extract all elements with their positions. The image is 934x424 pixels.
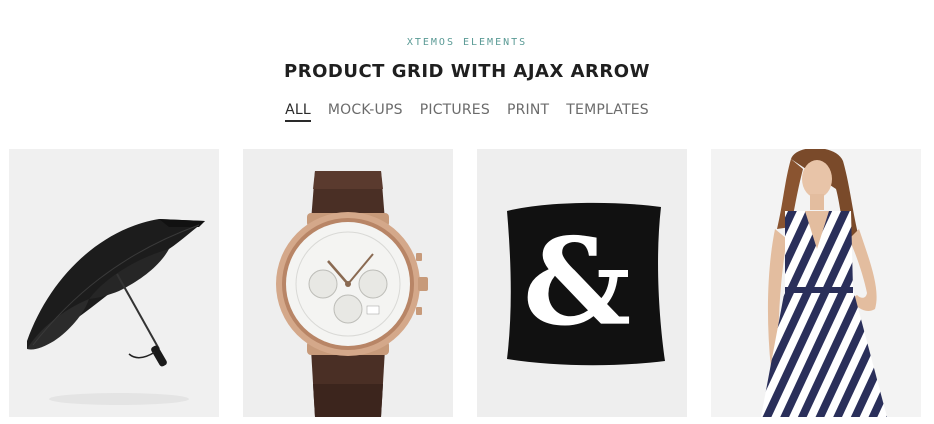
product-grid: & (9, 149, 921, 417)
filter-tab-pictures[interactable]: PICTURES (420, 102, 490, 122)
product-card-watch[interactable] (243, 149, 453, 417)
filter-tab-mock-ups[interactable]: MOCK-UPS (328, 102, 403, 122)
product-card-umbrella[interactable] (9, 149, 219, 417)
product-card-pillow[interactable]: & (477, 149, 687, 417)
svg-text:&: & (523, 212, 631, 353)
section-subtitle: XTEMOS ELEMENTS (406, 37, 528, 48)
filter-tab-templates[interactable]: TEMPLATES (566, 102, 649, 122)
product-card-dress[interactable] (711, 149, 921, 417)
dress-image (711, 149, 921, 417)
filter-tab-print[interactable]: PRINT (507, 102, 549, 122)
filter-tabs: ALL MOCK-UPS PICTURES PRINT TEMPLATES (0, 102, 934, 122)
filter-tab-all[interactable]: ALL (285, 102, 311, 122)
pillow-image: & (477, 149, 687, 417)
umbrella-image (9, 149, 219, 417)
watch-image (243, 149, 453, 417)
section-title: PRODUCT GRID WITH AJAX ARROW (284, 61, 650, 82)
